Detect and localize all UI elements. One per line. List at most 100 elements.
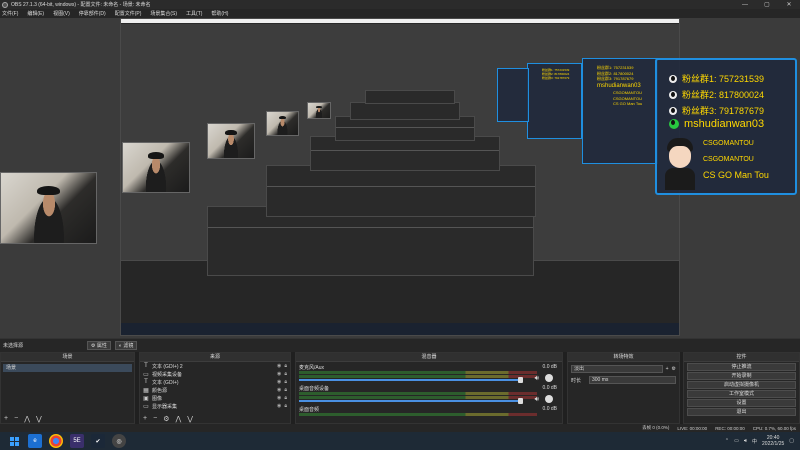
eye-icon[interactable]: ◉ <box>277 371 281 377</box>
nested-frame-3 <box>266 165 536 217</box>
fans-group-1: 粉丝群1: 757231539 <box>682 74 765 84</box>
minimize-button[interactable]: — <box>734 0 756 9</box>
lock-icon[interactable]: 🔒︎ <box>284 387 287 393</box>
volume-meter <box>299 396 537 399</box>
gear-icon[interactable]: ⚙ <box>672 366 676 372</box>
source-item[interactable]: T 文本 (GDI+) 2 ◉ 🔒︎ <box>140 362 290 370</box>
webcam-feed-nested-1 <box>122 142 190 193</box>
live-timer: LIVE: 00:00:00 <box>677 425 708 431</box>
eye-icon[interactable]: ◉ <box>277 379 281 385</box>
gear-icon[interactable]: ⚙ <box>163 415 169 423</box>
stop-streaming-button[interactable]: 停止推流 <box>687 363 796 371</box>
eye-icon[interactable]: ◉ <box>277 363 281 369</box>
eye-icon[interactable]: ◉ <box>277 387 281 393</box>
transitions-dock-title: 转场特效 <box>568 353 679 362</box>
chevron-up-icon[interactable]: ⌃ <box>725 438 729 444</box>
duration-label: 时长 <box>571 377 582 384</box>
menu-profile[interactable]: 配置文件(P) <box>115 10 142 17</box>
windows-start-icon[interactable] <box>7 434 21 448</box>
info-card-nested-3 <box>497 68 529 122</box>
properties-button[interactable]: ⚙ 属性 <box>87 341 111 350</box>
volume-slider-handle[interactable] <box>518 377 523 383</box>
nested-frame-7 <box>365 90 455 104</box>
chrome-icon[interactable] <box>49 434 63 448</box>
menu-tools[interactable]: 工具(T) <box>186 10 202 17</box>
exit-button[interactable]: 退出 <box>687 408 796 416</box>
source-item[interactable]: ▭ 显示器采集 ◉ 🔒︎ <box>140 402 290 410</box>
system-tray: ⌃ ▭ 🔊︎ 中 20:40 2022/1/25 ▢ <box>725 435 800 447</box>
scene-item[interactable]: 场景 <box>3 364 132 372</box>
eye-icon[interactable]: ◉ <box>277 395 281 401</box>
input-language[interactable]: 中 <box>752 438 757 445</box>
add-icon[interactable]: + <box>666 366 669 372</box>
eye-icon[interactable]: ◉ <box>277 403 281 409</box>
filters-button[interactable]: ◐ 滤镜 <box>114 341 138 350</box>
settings-button[interactable]: 设置 <box>687 399 796 407</box>
docks-area: 场景 场景 + − ⋀ ⋁ 来源 T 文本 (GDI+) 2 ◉ 🔒︎ ▭ 视频采… <box>0 352 800 424</box>
mixer-channel: 桌面音频设备 0.0 dB 🔊︎ <box>299 385 559 404</box>
volume-slider[interactable] <box>299 400 523 402</box>
preview-canvas[interactable]: 粉丝群1: 757231539 粉丝群2: 817800024 粉丝群3: 79… <box>0 18 800 338</box>
cartoon-avatar <box>663 136 697 192</box>
webcam-feed <box>0 172 97 244</box>
duration-input[interactable]: 300 ms <box>589 376 676 384</box>
menu-scene-collection[interactable]: 场景集合(S) <box>150 10 177 17</box>
menu-view[interactable]: 视图(V) <box>53 10 70 17</box>
move-down-icon[interactable]: ⋁ <box>36 415 42 423</box>
start-virtual-camera-button[interactable]: 启动虚拟摄像机 <box>687 381 796 389</box>
source-item[interactable]: ▭ 视频采集设备 ◉ 🔒︎ <box>140 370 290 378</box>
source-item[interactable]: ▦ 颜色源 ◉ 🔒︎ <box>140 386 290 394</box>
controls-dock: 控件 停止推流 开始录制 启动虚拟摄像机 工作室模式 设置 退出 <box>683 352 800 424</box>
volume-meter <box>299 371 537 374</box>
lock-icon[interactable]: 🔒︎ <box>284 363 287 369</box>
move-up-icon[interactable]: ⋀ <box>175 415 181 423</box>
steam-icon[interactable]: ✔ <box>91 434 105 448</box>
mixer-dock-title: 混音器 <box>296 353 562 362</box>
notification-icon[interactable]: ▢ <box>789 438 794 444</box>
menu-help[interactable]: 帮助(H) <box>211 10 228 17</box>
speaker-icon[interactable]: 🔊︎ <box>535 396 539 404</box>
remove-icon[interactable]: − <box>14 415 18 422</box>
start-recording-button[interactable]: 开始录制 <box>687 372 796 380</box>
app-icon[interactable]: 5E <box>70 434 84 448</box>
studio-mode-button[interactable]: 工作室模式 <box>687 390 796 398</box>
menu-docks[interactable]: 停靠部件(D) <box>79 10 106 17</box>
lock-icon[interactable]: 🔒︎ <box>284 403 287 409</box>
edge-icon[interactable]: e <box>28 434 42 448</box>
lock-icon[interactable]: 🔒︎ <box>284 371 287 377</box>
maximize-button[interactable]: ▢ <box>756 0 778 9</box>
image-icon: ▣ <box>143 395 149 402</box>
move-down-icon[interactable]: ⋁ <box>187 415 193 423</box>
social-info-card: 粉丝群1: 757231539 粉丝群2: 817800024 粉丝群3: 79… <box>655 58 797 195</box>
volume-slider-handle[interactable] <box>518 398 523 404</box>
obs-taskbar-icon[interactable]: ◎ <box>112 434 126 448</box>
add-icon[interactable]: + <box>143 415 147 422</box>
menu-file[interactable]: 文件(F) <box>2 10 18 17</box>
gear-icon: ⚙ <box>91 342 96 349</box>
volume-slider[interactable] <box>299 379 523 381</box>
volume-icon[interactable]: 🔊︎ <box>744 438 747 444</box>
move-up-icon[interactable]: ⋀ <box>24 415 30 423</box>
source-item[interactable]: ▣ 图像 ◉ 🔒︎ <box>140 394 290 402</box>
sources-dock-title: 来源 <box>140 353 290 362</box>
scenes-dock-title: 场景 <box>1 353 134 362</box>
remove-icon[interactable]: − <box>153 415 157 422</box>
transition-type-select[interactable]: 淡出 <box>571 365 663 373</box>
lock-icon[interactable]: 🔒︎ <box>284 395 287 401</box>
lock-icon[interactable]: 🔒︎ <box>284 379 287 385</box>
menu-edit[interactable]: 编辑(E) <box>27 10 44 17</box>
gear-icon[interactable] <box>545 374 553 382</box>
source-item[interactable]: T 文本 (GDI+) ◉ 🔒︎ <box>140 378 290 386</box>
webcam-feed-nested-2 <box>207 123 255 159</box>
gear-icon[interactable] <box>545 395 553 403</box>
menu-bar: 文件(F) 编辑(E) 视图(V) 停靠部件(D) 配置文件(P) 场景集合(S… <box>0 9 800 18</box>
close-button[interactable]: ✕ <box>778 0 800 9</box>
clock[interactable]: 20:40 2022/1/25 <box>762 435 784 447</box>
speaker-icon[interactable]: 🔊︎ <box>535 375 539 383</box>
nested-frame-4 <box>310 136 500 171</box>
color-source-icon: ▦ <box>143 387 149 394</box>
network-icon[interactable]: ▭ <box>734 438 739 444</box>
camera-icon: ▭ <box>143 371 149 378</box>
add-icon[interactable]: + <box>4 415 8 422</box>
controls-dock-title: 控件 <box>684 353 799 362</box>
